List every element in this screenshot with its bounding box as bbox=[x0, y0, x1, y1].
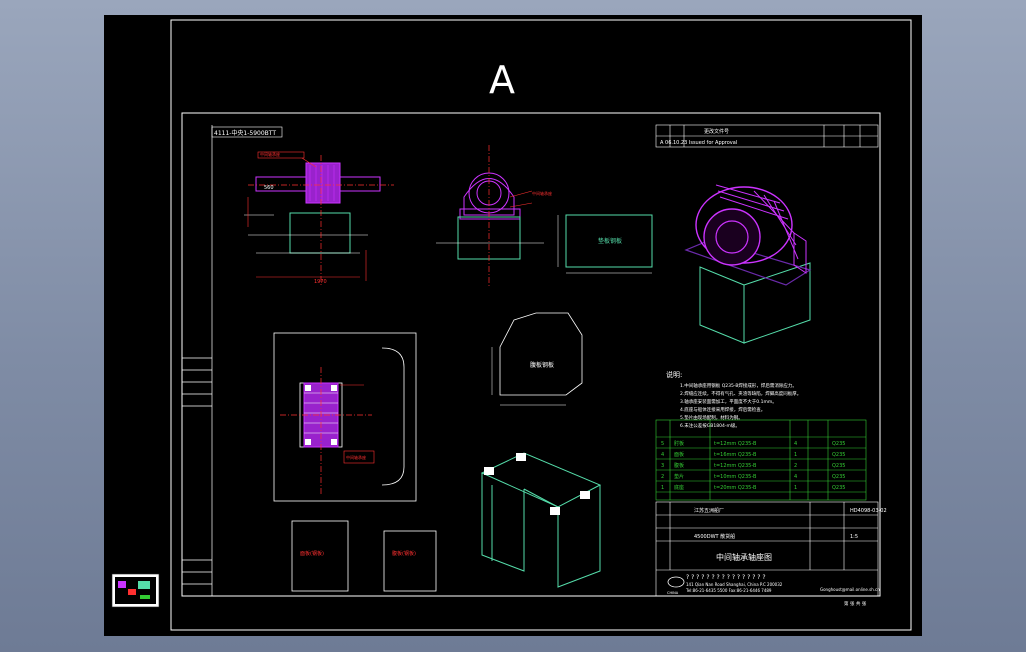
label-small-1: 面板(钢板) bbox=[300, 550, 324, 557]
revision-row: A 06.10.23 Issued for Approval bbox=[660, 140, 737, 146]
plan-view bbox=[273, 332, 417, 502]
svg-text:t=20mm Q235-B: t=20mm Q235-B bbox=[714, 485, 757, 491]
bom-rows: 5 肘板 t=12mm Q235-B 4 Q235 4 面板 t=16mm Q2… bbox=[661, 440, 845, 491]
outer-frame bbox=[170, 19, 912, 631]
svg-text:垫片: 垫片 bbox=[674, 473, 684, 480]
svg-text:t=12mm Q235-B: t=12mm Q235-B bbox=[714, 441, 757, 447]
frame-hole-4 bbox=[550, 507, 560, 515]
tb-page: 第 张 共 张 bbox=[844, 600, 867, 607]
dim-side-2: 1970 bbox=[314, 279, 327, 285]
tb-address: 141 Qian Nan Road Shanghai, China P.C 20… bbox=[686, 582, 783, 587]
svg-text:面板: 面板 bbox=[674, 451, 684, 458]
svg-text:底座: 底座 bbox=[674, 484, 684, 491]
label-plate-top: 腹板钢板 bbox=[530, 361, 554, 369]
svg-text:1: 1 bbox=[794, 452, 797, 458]
svg-text:t=16mm Q235-B: t=16mm Q235-B bbox=[714, 452, 757, 458]
front-view bbox=[436, 145, 544, 287]
frame-hole-1 bbox=[516, 453, 526, 461]
svg-text:t=10mm Q235-B: t=10mm Q235-B bbox=[714, 474, 757, 480]
tb-project: 4500DWT 散货船 bbox=[694, 533, 735, 540]
tb-company: ? ? ? ? ? ? ? ? ? ? ? ? ? ? ? ? bbox=[686, 574, 766, 581]
notes-list: 1.中间轴承座用钢板 Q235-B焊接成形，焊后需消除应力。 2.焊缝应连续，不… bbox=[680, 382, 801, 429]
svg-text:肘板: 肘板 bbox=[674, 440, 684, 447]
tb-logo-text: CHINA bbox=[667, 591, 679, 595]
drawing-canvas: A 4111-中央1-5900BTT 更改文件号 A 06.10.23 Issu… bbox=[111, 19, 912, 631]
svg-text:Q235: Q235 bbox=[832, 463, 845, 469]
isometric-frame bbox=[480, 452, 602, 588]
left-revision-strip bbox=[182, 125, 213, 596]
drawing-thumbnail-icon[interactable] bbox=[111, 573, 160, 608]
callout-front: 中间轴承座 bbox=[532, 190, 552, 196]
frame-hole-2 bbox=[484, 467, 494, 475]
sheet-letter: A bbox=[489, 58, 515, 102]
svg-text:Q235: Q235 bbox=[832, 441, 845, 447]
svg-text:Q235: Q235 bbox=[832, 485, 845, 491]
svg-text:1: 1 bbox=[794, 485, 797, 491]
svg-text:1.中间轴承座用钢板 Q235-B焊接成形，焊后需消除应力。: 1.中间轴承座用钢板 Q235-B焊接成形，焊后需消除应力。 bbox=[680, 382, 797, 389]
label-plate-front: 垫板钢板 bbox=[598, 237, 622, 245]
svg-text:1: 1 bbox=[661, 485, 664, 491]
callout-plan: 中间轴承座 bbox=[346, 454, 366, 460]
svg-text:腹板: 腹板 bbox=[674, 462, 684, 469]
svg-text:2.焊缝应连续，不得有气孔、夹渣等缺陷，焊脚高度同板厚。: 2.焊缝应连续，不得有气孔、夹渣等缺陷，焊脚高度同板厚。 bbox=[680, 390, 801, 397]
svg-text:3.轴承座安装面需加工，平面度不大于0.1mm。: 3.轴承座安装面需加工，平面度不大于0.1mm。 bbox=[680, 398, 777, 405]
header-label: 4111-中央1-5900BTT bbox=[214, 129, 276, 137]
svg-text:4.底座与船体连接采用焊接，焊后需检查。: 4.底座与船体连接采用焊接，焊后需检查。 bbox=[680, 406, 765, 413]
svg-text:5: 5 bbox=[661, 441, 664, 447]
tb-phone: Tel:86-21-6435 5500 Fax:86-21-6446 7489 bbox=[685, 588, 772, 593]
svg-text:4: 4 bbox=[794, 441, 797, 447]
svg-text:3: 3 bbox=[661, 463, 664, 469]
side-view bbox=[244, 151, 394, 287]
callout-side: 中间轴承座 bbox=[260, 151, 280, 157]
svg-text:Q235: Q235 bbox=[832, 474, 845, 480]
svg-text:4: 4 bbox=[794, 474, 797, 480]
revision-header: 更改文件号 bbox=[704, 128, 729, 135]
isometric-bearing bbox=[684, 184, 812, 344]
inner-frame bbox=[181, 112, 881, 597]
svg-text:t=12mm Q235-B: t=12mm Q235-B bbox=[714, 463, 757, 469]
tb-email: Gonghoust@mail.online.sh.cn bbox=[820, 587, 880, 592]
dim-side-1: 560 bbox=[264, 185, 274, 191]
svg-text:Q235: Q235 bbox=[832, 452, 845, 458]
company-logo-icon bbox=[667, 576, 685, 588]
svg-text:4: 4 bbox=[661, 452, 664, 458]
plate-octagon bbox=[491, 312, 583, 406]
tb-scale: 1:5 bbox=[850, 534, 858, 540]
cad-viewport[interactable]: A 4111-中央1-5900BTT 更改文件号 A 06.10.23 Issu… bbox=[104, 15, 922, 636]
notes-title: 说明: bbox=[666, 370, 682, 379]
tb-factory: 江苏五洲船厂 bbox=[694, 507, 724, 514]
tb-part-name: 中间轴承轴座图 bbox=[716, 552, 772, 562]
frame-hole-3 bbox=[580, 491, 590, 499]
label-small-2: 腹板(钢板) bbox=[392, 550, 416, 557]
svg-text:2: 2 bbox=[661, 474, 664, 480]
svg-text:2: 2 bbox=[794, 463, 797, 469]
tb-drawing-no: HD4098-03-02 bbox=[850, 508, 887, 514]
